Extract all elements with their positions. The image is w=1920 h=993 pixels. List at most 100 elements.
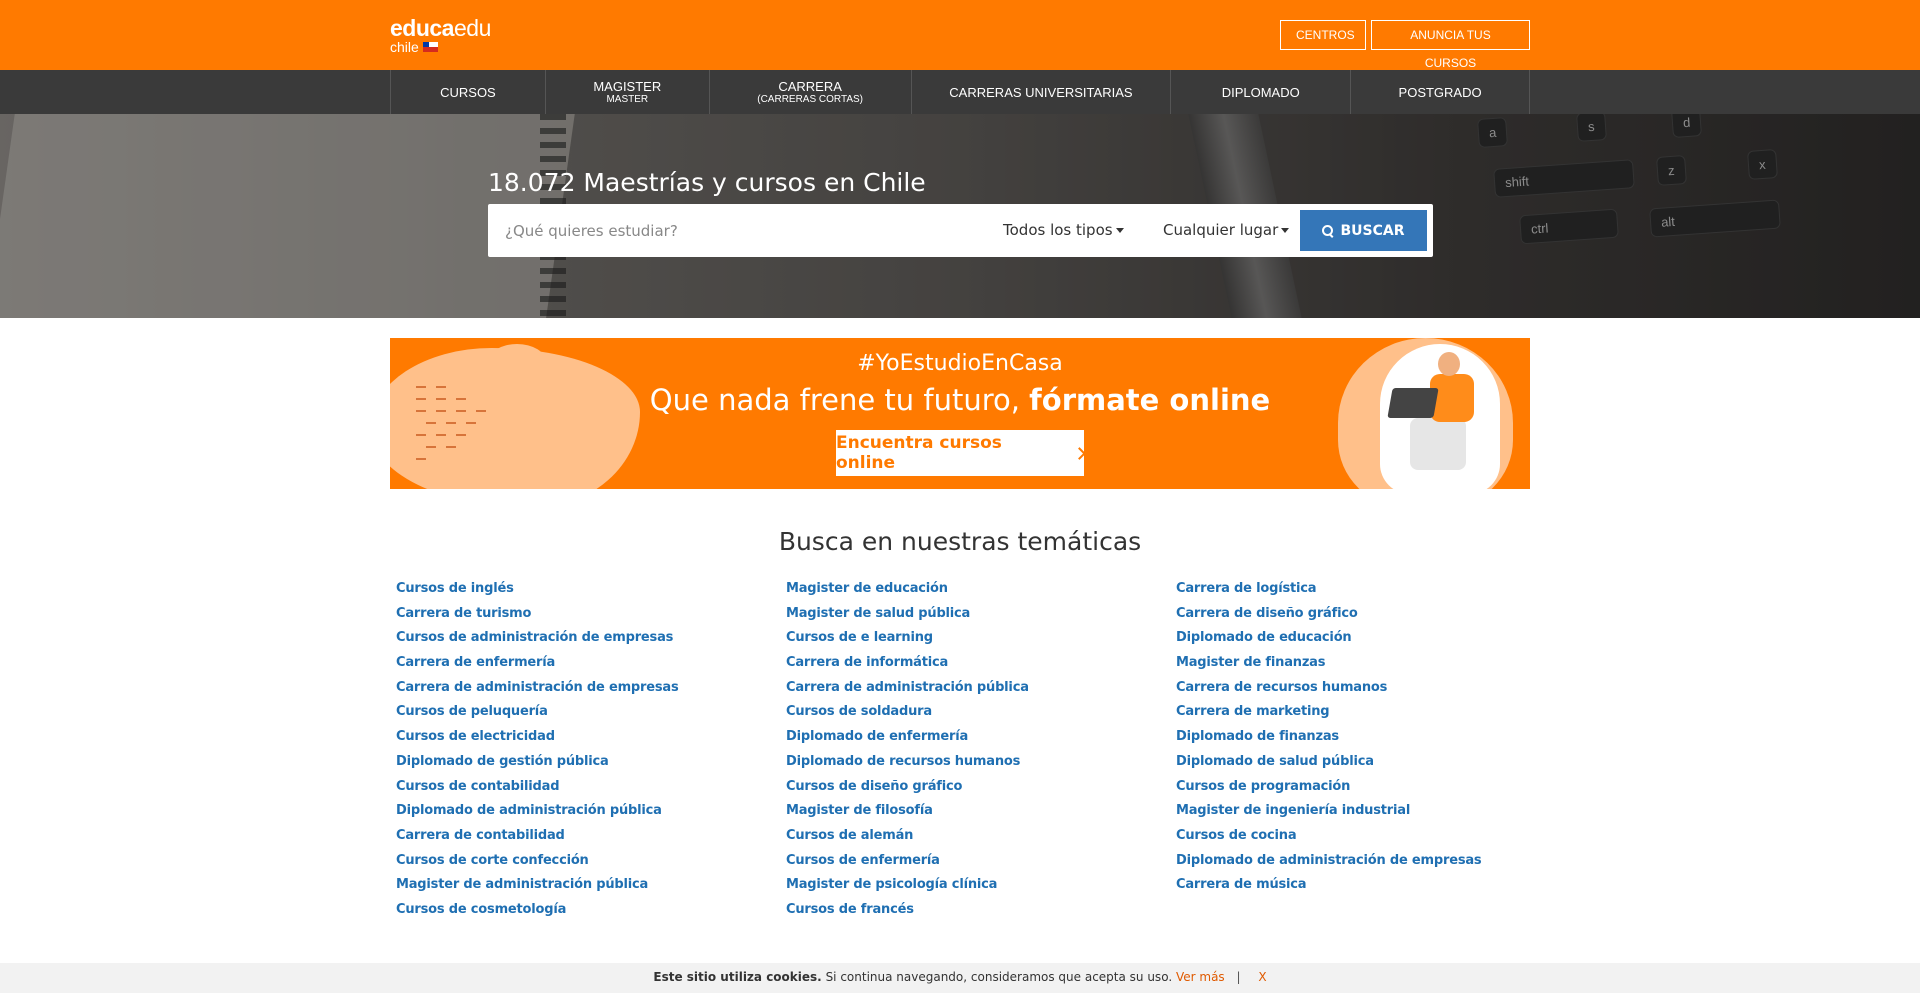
centros-button[interactable]: CENTROS (1280, 20, 1366, 50)
nav-label: POSTGRADO (1398, 84, 1482, 100)
country-label: chile (390, 39, 419, 55)
banner-dash (426, 446, 436, 448)
topic-link[interactable]: Diplomado de salud pública (1176, 754, 1374, 769)
topic-list-item: Carrera de administración pública (786, 676, 1166, 701)
topic-link[interactable]: Cursos de e learning (786, 630, 933, 645)
topic-link[interactable]: Carrera de turismo (396, 606, 531, 621)
topic-link[interactable]: Magister de filosofía (786, 803, 933, 818)
nav-item-carreras-universitarias[interactable]: CARRERAS UNIVERSITARIAS (912, 70, 1172, 114)
topic-link[interactable]: Carrera de contabilidad (396, 828, 565, 843)
topic-list-item: Carrera de recursos humanos (1176, 676, 1556, 701)
topic-link[interactable]: Magister de ingeniería industrial (1176, 803, 1410, 818)
search-button[interactable]: BUSCAR (1300, 210, 1427, 251)
topic-link[interactable]: Cursos de francés (786, 902, 914, 917)
topic-list-item: Diplomado de recursos humanos (786, 750, 1166, 775)
topic-link[interactable]: Carrera de informática (786, 655, 948, 670)
nav-item-carrera[interactable]: CARRERA (CARRERAS CORTAS) (710, 70, 912, 114)
topic-link[interactable]: Cursos de cosmetología (396, 902, 566, 917)
type-select[interactable]: Todos los tipos (1003, 204, 1124, 257)
topic-link[interactable]: Carrera de logística (1176, 581, 1317, 596)
cookie-bar: Este sitio utiliza cookies. Si continua … (0, 963, 1920, 993)
topic-link[interactable]: Diplomado de recursos humanos (786, 754, 1020, 769)
topic-list-item: Cursos de peluquería (396, 700, 776, 725)
logo-country: chile (390, 40, 491, 54)
chevron-right-icon (1073, 446, 1086, 460)
nav-sublabel: (CARRERAS CORTAS) (757, 93, 864, 105)
nav-items: CURSOS MAGISTER MASTER CARRERA (CARRERAS… (390, 70, 1530, 114)
topic-link[interactable]: Cursos de programación (1176, 779, 1350, 794)
topic-link[interactable]: Cursos de contabilidad (396, 779, 560, 794)
place-select[interactable]: Cualquier lugar (1163, 204, 1290, 257)
topic-link[interactable]: Magister de administración pública (396, 877, 648, 892)
nav-item-magister[interactable]: MAGISTER MASTER (546, 70, 710, 114)
hero-title: 18.072 Maestrías y cursos en Chile (488, 168, 926, 197)
topic-list-item: Cursos de contabilidad (396, 775, 776, 800)
topic-list-item: Cursos de soldadura (786, 700, 1166, 725)
banner-dash (446, 446, 456, 448)
topic-link[interactable]: Carrera de administración de empresas (396, 680, 679, 695)
educaedu-logo[interactable]: educaedu chile (390, 16, 491, 54)
topic-link[interactable]: Carrera de diseño gráfico (1176, 606, 1358, 621)
logo-wordmark: educaedu (390, 16, 491, 40)
search-input[interactable] (488, 204, 988, 257)
topic-list-item: Cursos de corte confección (396, 849, 776, 874)
nav-label: DIPLOMADO (1221, 84, 1300, 100)
cookie-separator: | (1236, 970, 1241, 984)
topic-link[interactable]: Cursos de administración de empresas (396, 630, 673, 645)
topic-link[interactable]: Diplomado de enfermería (786, 729, 968, 744)
caret-down-icon (1281, 228, 1290, 233)
topic-link[interactable]: Cursos de diseño gráfico (786, 779, 962, 794)
topic-list-item: Cursos de enfermería (786, 849, 1166, 874)
topic-list-item: Magister de administración pública (396, 873, 776, 898)
banner-dash (416, 434, 426, 436)
topic-link[interactable]: Carrera de enfermería (396, 655, 555, 670)
topic-list-item: Magister de psicología clínica (786, 873, 1166, 898)
topic-link[interactable]: Carrera de marketing (1176, 704, 1330, 719)
nav-item-postgrado[interactable]: POSTGRADO (1351, 70, 1530, 114)
cookie-bold-text: Este sitio utiliza cookies. (653, 970, 822, 984)
topic-link[interactable]: Magister de salud pública (786, 606, 970, 621)
banner-dash (416, 458, 426, 460)
topic-list-item: Magister de ingeniería industrial (1176, 799, 1556, 824)
nav-label: CARRERAS UNIVERSITARIAS (949, 84, 1133, 100)
topic-link[interactable]: Magister de educación (786, 581, 948, 596)
main-nav: CURSOS MAGISTER MASTER CARRERA (CARRERAS… (0, 70, 1920, 114)
topic-link[interactable]: Magister de finanzas (1176, 655, 1325, 670)
place-select-value: Cualquier lugar (1163, 221, 1279, 239)
topic-link[interactable]: Carrera de administración pública (786, 680, 1029, 695)
topic-link[interactable]: Diplomado de educación (1176, 630, 1352, 645)
nav-item-diplomado[interactable]: DIPLOMADO (1171, 70, 1352, 114)
topic-list-item: Cursos de alemán (786, 824, 1166, 849)
topic-list-item: Magister de salud pública (786, 602, 1166, 627)
banner-dash (466, 422, 476, 424)
find-online-courses-button[interactable]: Encuentra cursos online (836, 430, 1086, 476)
banner-dash (426, 422, 436, 424)
topic-link[interactable]: Diplomado de gestión pública (396, 754, 609, 769)
topic-link[interactable]: Cursos de corte confección (396, 853, 589, 868)
topic-list-item: Diplomado de enfermería (786, 725, 1166, 750)
top-header: educaedu chile CENTROS ANUNCIA TUS CURSO… (0, 0, 1920, 70)
topic-link[interactable]: Diplomado de finanzas (1176, 729, 1339, 744)
topic-link[interactable]: Cursos de inglés (396, 581, 514, 596)
topic-link[interactable]: Magister de psicología clínica (786, 877, 997, 892)
topic-link[interactable]: Carrera de recursos humanos (1176, 680, 1387, 695)
topic-list-item: Diplomado de administración pública (396, 799, 776, 824)
topic-link[interactable]: Cursos de electricidad (396, 729, 555, 744)
topic-link[interactable]: Cursos de cocina (1176, 828, 1297, 843)
nav-item-cursos[interactable]: CURSOS (391, 70, 546, 114)
promo-banner[interactable]: #YoEstudioEnCasa Que nada frene tu futur… (390, 338, 1530, 489)
topic-link[interactable]: Cursos de soldadura (786, 704, 932, 719)
chile-flag-icon (422, 42, 438, 52)
anuncia-cursos-button[interactable]: ANUNCIA TUS CURSOS (1371, 20, 1530, 70)
topic-link[interactable]: Cursos de alemán (786, 828, 913, 843)
banner-dash (456, 434, 466, 436)
cookie-close-button[interactable]: X (1258, 970, 1266, 984)
topic-link[interactable]: Cursos de enfermería (786, 853, 940, 868)
logo-bold-text: educa (390, 15, 454, 41)
topic-link[interactable]: Cursos de peluquería (396, 704, 548, 719)
topic-link[interactable]: Diplomado de administración de empresas (1176, 853, 1482, 868)
topic-link[interactable]: Carrera de música (1176, 877, 1307, 892)
topic-link[interactable]: Diplomado de administración pública (396, 803, 662, 818)
topic-list-item: Diplomado de educación (1176, 626, 1556, 651)
cookie-more-link[interactable]: Ver más (1176, 970, 1225, 984)
